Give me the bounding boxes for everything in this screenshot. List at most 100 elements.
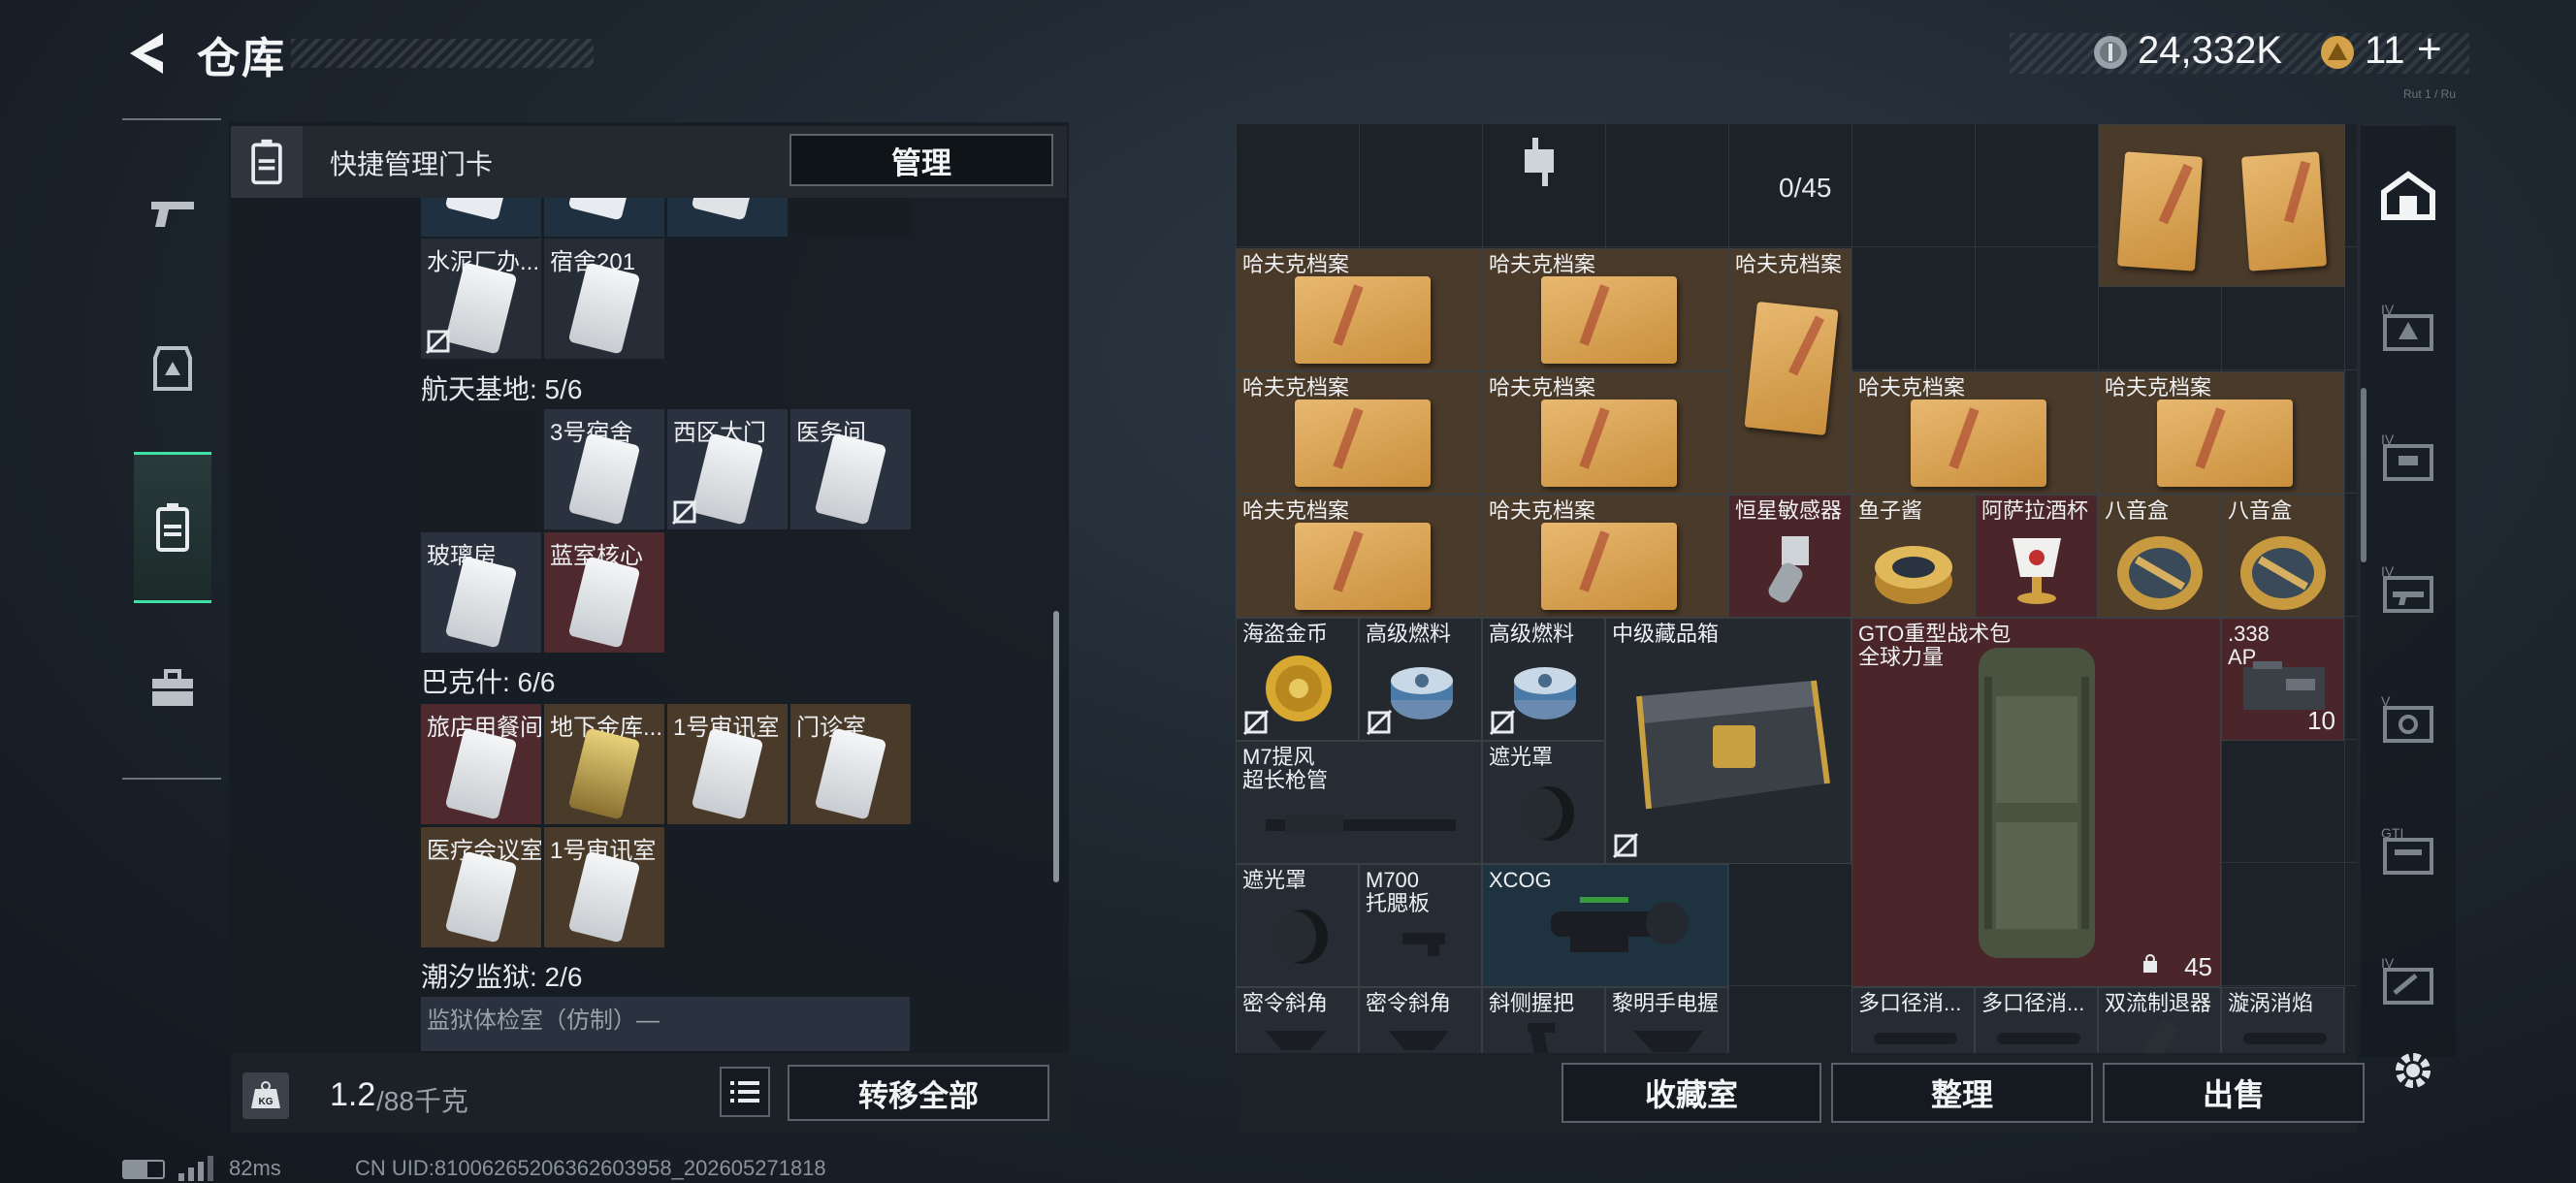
storage-scrollbar[interactable] (2361, 388, 2367, 562)
storage-item[interactable]: 多口径消... (1852, 987, 1975, 1053)
currency-amount: 24,332K (2138, 29, 2283, 72)
list-view-button[interactable] (720, 1067, 770, 1117)
storage-item[interactable]: 哈夫克档案 (2098, 371, 2344, 495)
keycard-slot[interactable]: 医疗会议室 (421, 827, 541, 947)
attachment-icon[interactable] (1511, 132, 1569, 190)
not-for-sale-icon (1489, 709, 1516, 736)
storage-item[interactable]: 遮光罩 (1482, 741, 1605, 864)
tab-armor-storage[interactable]: IV (2374, 287, 2442, 365)
keycard-icon (156, 503, 189, 552)
storage-item[interactable]: 多口径消... (1975, 987, 2098, 1053)
not-for-sale-icon (425, 328, 452, 355)
parts-box-icon: V (2381, 693, 2433, 743)
storage-item[interactable]: 哈夫克档案 (1236, 495, 1482, 618)
storage-item[interactable]: 哈夫克档案 (1482, 495, 1728, 618)
keycard-slot[interactable]: 1号审讯室 (667, 704, 788, 824)
nav-top-line (122, 118, 221, 120)
nav-bottom-line (122, 778, 221, 780)
settings-gear-icon[interactable] (2388, 1045, 2438, 1096)
weight-total: /88千克 (376, 1086, 468, 1116)
weight-value: 1.2 (330, 1076, 376, 1113)
storage-item[interactable]: 鱼子酱 (1852, 495, 1975, 618)
storage-item[interactable]: 漩涡消焰 (2221, 987, 2344, 1053)
collection-room-button[interactable]: 收藏室 (1562, 1063, 1821, 1123)
tab-all-storage[interactable] (2374, 157, 2442, 235)
token-icon (2321, 36, 2354, 69)
not-for-sale-icon (1242, 709, 1270, 736)
storage-item[interactable]: 黎明手电握 (1605, 987, 1728, 1053)
keycard-slot[interactable]: 1号审讯室 (544, 827, 664, 947)
storage-item[interactable]: 哈夫克档案 (1236, 371, 1482, 495)
keycard-slot[interactable]: 玻璃房 (421, 532, 541, 653)
storage-item[interactable]: M7提风 超长枪管 (1236, 741, 1482, 864)
keycard-slot[interactable]: 医务间 (790, 409, 911, 529)
armor-box-icon: IV (2381, 302, 2433, 351)
storage-item[interactable]: GTO重型战术包 全球力量 45 (1852, 618, 2221, 987)
tab-gti-storage[interactable]: GTI (2374, 811, 2442, 888)
tab-case-storage[interactable]: IV (2374, 417, 2442, 495)
storage-item[interactable] (2099, 124, 2345, 287)
back-arrow-icon[interactable] (124, 29, 169, 78)
keycard-slot[interactable]: 监狱体检室（仿制）— (421, 997, 910, 1051)
tab-parts-storage[interactable]: V (2374, 679, 2442, 756)
keycard-slot[interactable]: 西区大门 (667, 409, 788, 529)
not-for-sale-icon (1612, 832, 1639, 859)
section-title: 潮汐监狱: 2/6 (421, 962, 583, 992)
keycard-slot[interactable]: 门诊室 (790, 704, 911, 824)
storage-item[interactable]: 双流制退器 (2098, 987, 2221, 1053)
token-count: 11 (2365, 29, 2405, 72)
storage-item[interactable]: 中级藏品箱 (1605, 618, 1852, 864)
storage-item[interactable]: 海盗金币 (1236, 618, 1359, 741)
nav-toolbox[interactable] (134, 650, 211, 727)
storage-grid: 0/45 哈夫克档案 哈夫克档案 哈夫克档案 哈夫克档案 哈夫克档案 哈夫克档案… (1236, 124, 2357, 1053)
storage-item[interactable]: 密令斜角 (1236, 987, 1359, 1053)
storage-item[interactable]: 遮光罩 (1236, 864, 1359, 987)
nav-armor[interactable] (134, 330, 211, 407)
storage-item[interactable]: 八音盒 (2221, 495, 2344, 618)
keycard-slot-empty (421, 409, 541, 529)
keycard-slot[interactable]: 地下金库... (544, 704, 664, 824)
slot-count: 0/45 (1779, 173, 1832, 203)
nav-weapon[interactable] (134, 175, 211, 252)
keycard-header-icon (231, 126, 303, 198)
tab-weapon-storage[interactable]: IV (2374, 549, 2442, 626)
storage-item[interactable]: 哈夫克档案 (1482, 248, 1728, 371)
storage-item[interactable]: 高级燃料 (1359, 618, 1482, 741)
manage-button[interactable]: 管理 (789, 134, 1053, 186)
sell-button[interactable]: 出售 (2103, 1063, 2365, 1123)
nav-keycard[interactable] (134, 452, 211, 603)
storage-item[interactable]: 密令斜角 (1359, 987, 1482, 1053)
storage-item[interactable]: 哈夫克档案 (1728, 248, 1852, 495)
keycard-slot[interactable]: 水泥厂办... (421, 239, 541, 359)
svg-text:KG: KG (259, 1097, 274, 1107)
add-token-button[interactable]: + (2417, 25, 2442, 74)
storage-item[interactable]: 哈夫克档案 (1852, 371, 2098, 495)
storage-item[interactable]: 阿萨拉酒杯 (1975, 495, 2098, 618)
storage-item[interactable]: M700 托腮板 (1359, 864, 1482, 987)
toolbox-icon (152, 669, 193, 706)
bag-icon (2143, 954, 2157, 973)
keycard-slot[interactable]: 蓝室核心 (544, 532, 664, 653)
storage-item[interactable]: 哈夫克档案 (1482, 371, 1728, 495)
keycard-slot[interactable]: 宿舍201 (544, 239, 664, 359)
signal-icon (178, 1156, 213, 1181)
storage-item[interactable]: 恒星敏感器 (1728, 495, 1852, 618)
list-icon (730, 1081, 759, 1103)
storage-item[interactable]: XCOG (1482, 864, 1728, 987)
transfer-all-button[interactable]: 转移全部 (788, 1065, 1049, 1121)
page-title: 仓库 (197, 35, 286, 82)
storage-item[interactable]: 八音盒 (2098, 495, 2221, 618)
panel-header-label: 快捷管理门卡 (330, 149, 494, 179)
section-title: 航天基地: 5/6 (421, 374, 583, 404)
keycard-slot[interactable]: 3号宿舍 (544, 409, 664, 529)
storage-item[interactable]: 斜侧握把 (1482, 987, 1605, 1053)
storage-item[interactable]: 高级燃料 (1482, 618, 1605, 741)
tab-tools-storage[interactable]: IV (2374, 941, 2442, 1018)
uid-text: CN UID:81006265206362603958_202605271818 (355, 1156, 826, 1180)
keycard-slot[interactable]: 旅店用餐间 (421, 704, 541, 824)
arrange-button[interactable]: 整理 (1831, 1063, 2093, 1123)
storage-item[interactable]: .338 AP 10 (2221, 618, 2344, 741)
not-for-sale-icon (1366, 709, 1393, 736)
storage-item[interactable]: 哈夫克档案 (1236, 248, 1482, 371)
left-scrollbar[interactable] (1053, 611, 1059, 882)
